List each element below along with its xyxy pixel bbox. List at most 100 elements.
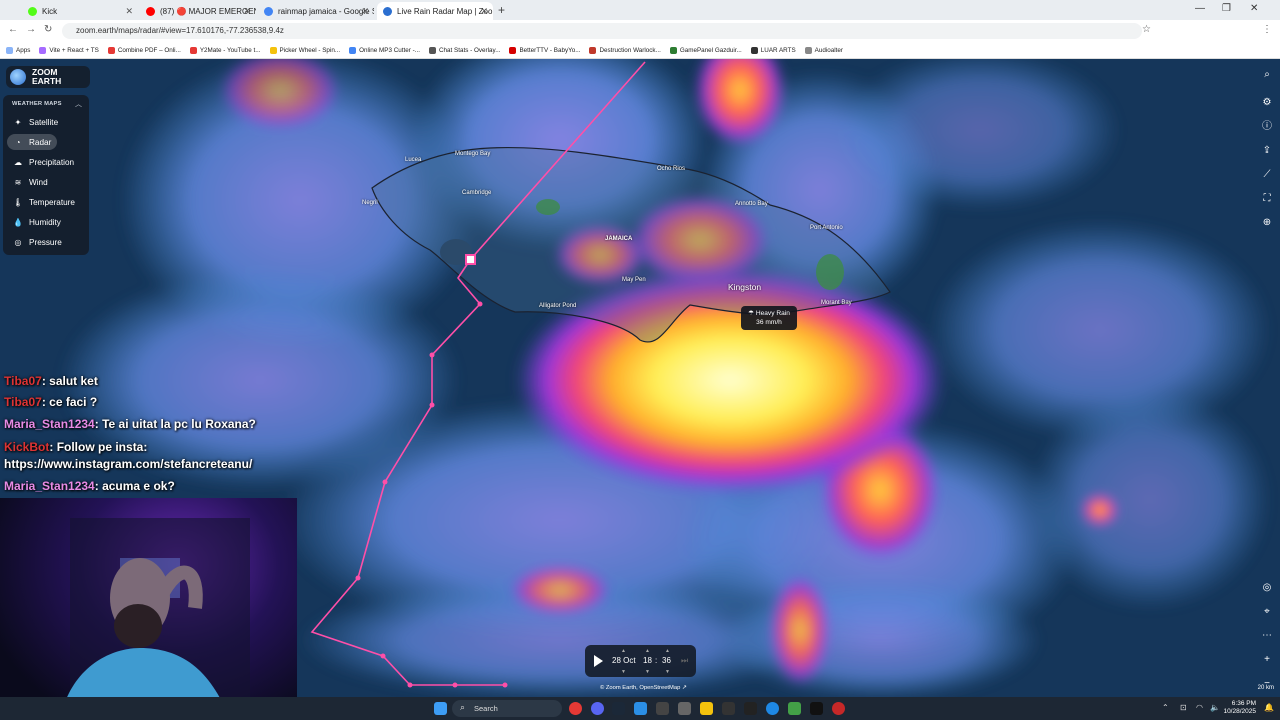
new-tab-button[interactable]: + bbox=[498, 3, 505, 17]
address-bar-row: ← → ↻ zoom.earth/maps/radar/#view=17.610… bbox=[0, 20, 1280, 42]
bookmark-item[interactable]: BetterTTV - BabyYo... bbox=[509, 46, 581, 54]
close-icon[interactable]: ✕ bbox=[125, 6, 133, 17]
ruler-icon[interactable]: ⟋ bbox=[1259, 167, 1275, 183]
bookmark-item[interactable]: Chat Stats - Overlay... bbox=[428, 46, 500, 54]
obs-icon[interactable] bbox=[832, 702, 845, 715]
tab-zoom-earth[interactable]: Live Rain Radar Map | Zoom Ea✕ bbox=[377, 2, 493, 20]
layer-item-precipitation[interactable]: ☁ Precipitation bbox=[7, 154, 85, 170]
chevron-down-icon[interactable]: ▼ bbox=[621, 669, 626, 675]
locate-icon[interactable]: ⊕ bbox=[1259, 215, 1275, 231]
layer-item-wind[interactable]: ≋ Wind bbox=[7, 174, 85, 190]
bookmark-star-icon[interactable]: ☆ bbox=[1142, 24, 1151, 35]
chevron-up-icon[interactable]: ▲ bbox=[665, 648, 670, 654]
tab-kick[interactable]: Kick ✕ bbox=[22, 2, 138, 20]
chrome-icon[interactable] bbox=[569, 702, 582, 715]
playback-minute[interactable]: 36 bbox=[662, 656, 671, 665]
taskbar-clock[interactable]: 6:36 PM 10/28/2025 bbox=[1223, 700, 1256, 716]
bookmark-item[interactable]: Vite + React + TS bbox=[39, 46, 99, 54]
layer-item-satellite[interactable]: ✦ Satellite bbox=[7, 114, 85, 130]
layer-item-humidity[interactable]: 💧 Humidity bbox=[7, 214, 85, 230]
chevron-up-icon[interactable]: ⌃ bbox=[1162, 703, 1169, 712]
search-icon: ⌕ bbox=[460, 702, 466, 712]
app-icon[interactable] bbox=[678, 702, 691, 715]
settings-gear-icon[interactable]: ⚙ bbox=[1259, 95, 1275, 111]
vscode-icon[interactable] bbox=[634, 702, 647, 715]
bookmark-item[interactable]: Y2Mate - YouTube t... bbox=[189, 46, 261, 54]
rain-intensity-tooltip: ☂ Heavy Rain 36 mm/h bbox=[741, 306, 797, 330]
volume-icon[interactable]: 🔈 bbox=[1210, 703, 1220, 712]
storm-current-position-marker[interactable] bbox=[465, 254, 476, 265]
time-separator: : bbox=[655, 656, 658, 665]
bookmark-item[interactable]: Combine PDF – Onli... bbox=[107, 46, 181, 54]
app-icon[interactable] bbox=[810, 702, 823, 715]
back-icon[interactable]: ← bbox=[8, 24, 18, 35]
notification-bell-icon[interactable]: 🔔 bbox=[1264, 703, 1274, 712]
bookmark-item[interactable]: LUAR ARTS bbox=[750, 46, 796, 54]
layer-item-radar[interactable]: ◔ Radar bbox=[7, 134, 57, 150]
zoom-in-button[interactable]: + bbox=[1259, 652, 1275, 668]
skip-to-end-icon[interactable]: ⏭ bbox=[681, 656, 688, 666]
bookmark-item[interactable]: Picker Wheel - Spin... bbox=[269, 46, 340, 54]
close-icon[interactable]: ✕ bbox=[480, 6, 488, 17]
app-icon[interactable] bbox=[722, 702, 735, 715]
place-label: Annotto Bay bbox=[735, 201, 768, 207]
playback-hour[interactable]: 18 bbox=[643, 656, 652, 665]
play-icon[interactable] bbox=[594, 655, 603, 667]
playback-date[interactable]: 28 Oct bbox=[612, 656, 636, 665]
chat-text: acuma e ok? bbox=[102, 479, 175, 493]
frame-icon[interactable]: ⛶ bbox=[1259, 191, 1275, 207]
tab-youtube[interactable]: (87) 🔴 MAJOR EMERGEN ✕ bbox=[140, 2, 256, 20]
search-icon[interactable]: ⌕ bbox=[1259, 67, 1275, 83]
file-explorer-icon[interactable] bbox=[700, 702, 713, 715]
tab-google[interactable]: rainmap jamaica - Google Sear✕ bbox=[258, 2, 374, 20]
bookmark-item[interactable]: Apps bbox=[6, 46, 30, 54]
layer-item-pressure[interactable]: ◎ Pressure bbox=[7, 234, 85, 250]
chevron-up-icon[interactable]: ︿ bbox=[75, 99, 82, 109]
layer-label: Temperature bbox=[29, 197, 75, 207]
browser-menu-icon[interactable]: ⋮ bbox=[1262, 24, 1272, 35]
window-close-button[interactable]: ✕ bbox=[1250, 3, 1258, 14]
forward-icon[interactable]: → bbox=[26, 24, 36, 35]
reload-icon[interactable]: ↻ bbox=[44, 24, 52, 35]
bookmark-item[interactable]: Destruction Warlock... bbox=[589, 46, 661, 54]
chevron-up-icon[interactable]: ▲ bbox=[621, 648, 626, 654]
app-icon[interactable] bbox=[744, 702, 757, 715]
layers-icon[interactable]: ◎ bbox=[1259, 580, 1275, 596]
info-icon[interactable]: ⓘ bbox=[1259, 119, 1275, 135]
bookmark-label: BetterTTV - BabyYo... bbox=[519, 46, 581, 54]
bookmark-favicon-icon bbox=[6, 46, 13, 54]
layer-item-temperature[interactable]: 🌡 Temperature bbox=[7, 194, 85, 210]
map-zoom-controls: ◎ ⌖ ⋯ + − bbox=[1258, 580, 1276, 692]
xbox-icon[interactable] bbox=[788, 702, 801, 715]
compass-icon[interactable]: ⌖ bbox=[1259, 604, 1275, 620]
minimize-button[interactable]: — bbox=[1195, 3, 1205, 14]
place-label: Alligator Pond bbox=[539, 303, 577, 309]
taskbar-search[interactable]: ⌕ Search bbox=[452, 700, 562, 717]
more-icon[interactable]: ⋯ bbox=[1259, 628, 1275, 644]
wifi-icon[interactable]: ◠ bbox=[1196, 703, 1203, 712]
search-placeholder: Search bbox=[474, 704, 498, 713]
bookmark-item[interactable]: Online MP3 Cutter -... bbox=[349, 46, 420, 54]
bookmark-item[interactable]: Audioalter bbox=[804, 46, 843, 54]
bookmark-item[interactable]: GamePanel Gazduir... bbox=[669, 46, 742, 54]
url-field[interactable]: zoom.earth/maps/radar/#view=17.610176,-7… bbox=[62, 23, 1142, 39]
zoom-earth-logo[interactable]: ZOOM EARTH bbox=[6, 66, 90, 88]
close-icon[interactable]: ✕ bbox=[361, 6, 369, 17]
chevron-up-icon[interactable]: ▲ bbox=[645, 648, 650, 654]
bookmark-label: LUAR ARTS bbox=[760, 46, 796, 54]
droplet-icon: 💧 bbox=[13, 217, 23, 227]
app-icon[interactable] bbox=[766, 702, 779, 715]
place-label: Lucea bbox=[405, 157, 422, 163]
chevron-down-icon[interactable]: ▼ bbox=[665, 669, 670, 675]
capcut-icon[interactable] bbox=[656, 702, 669, 715]
map-attribution[interactable]: © Zoom Earth, OpenStreetMap ↗ bbox=[600, 685, 687, 691]
chevron-down-icon[interactable]: ▼ bbox=[645, 669, 650, 675]
maximize-button[interactable]: ❐ bbox=[1222, 3, 1231, 14]
close-icon[interactable]: ✕ bbox=[243, 6, 251, 17]
windows-start-icon[interactable] bbox=[434, 702, 447, 715]
share-icon[interactable]: ⇪ bbox=[1259, 143, 1275, 159]
discord-icon[interactable] bbox=[591, 702, 604, 715]
steam-icon[interactable] bbox=[612, 702, 625, 715]
network-icon[interactable]: ⊡ bbox=[1180, 703, 1187, 712]
place-label: Montego Bay bbox=[455, 151, 491, 157]
